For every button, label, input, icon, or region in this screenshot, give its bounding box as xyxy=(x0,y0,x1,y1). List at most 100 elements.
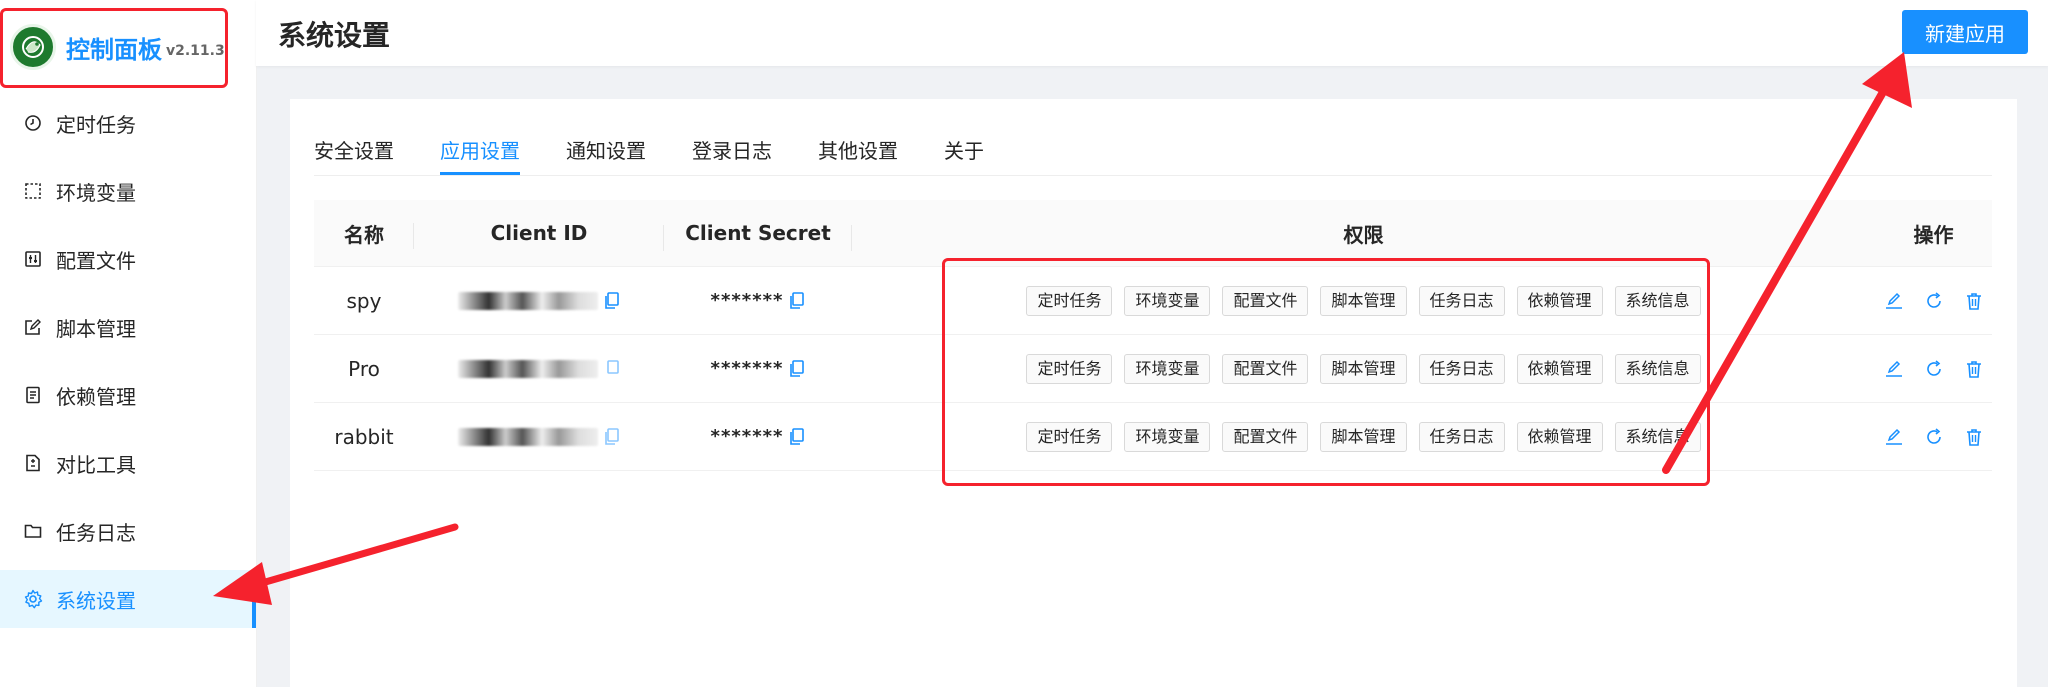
permission-tag: 脚本管理 xyxy=(1320,421,1407,452)
copy-icon[interactable] xyxy=(604,359,620,378)
client-secret-cell: ******* xyxy=(664,426,852,447)
settings-card: 安全设置 应用设置 通知设置 登录日志 其他设置 关于 名称 Client ID… xyxy=(290,99,2017,687)
folder-icon xyxy=(22,520,44,542)
permission-tag: 任务日志 xyxy=(1418,353,1505,384)
sidebar-item-label: 对比工具 xyxy=(56,452,136,477)
app-name: Pro xyxy=(348,356,380,381)
redacted-client-id xyxy=(458,359,598,378)
edit-icon[interactable] xyxy=(1884,427,1904,447)
permission-tag: 环境变量 xyxy=(1124,353,1211,384)
delete-icon[interactable] xyxy=(1964,427,1984,447)
sidebar-item-label: 依赖管理 xyxy=(56,384,136,409)
sidebar-menu: 定时任务 环境变量 配置文件 脚本管理 依赖管理 对比工具 任务日志 系统设置 xyxy=(0,94,256,638)
app-version: v2.11.3 xyxy=(166,43,225,59)
sidebar-item-label: 脚本管理 xyxy=(56,316,136,341)
actions-cell xyxy=(1875,291,1992,311)
sidebar-item-label: 任务日志 xyxy=(56,520,136,545)
permission-tag: 系统信息 xyxy=(1614,353,1701,384)
app-logo[interactable]: 控制面板 v2.11.3 xyxy=(0,10,226,84)
permission-tag: 系统信息 xyxy=(1614,421,1701,452)
table-header: 名称 Client ID Client Secret 权限 操作 xyxy=(314,200,1992,267)
diff-file-icon xyxy=(22,452,44,474)
client-secret: ******* xyxy=(710,426,784,447)
sidebar-item-label: 环境变量 xyxy=(56,180,136,205)
permission-tag: 系统信息 xyxy=(1614,285,1701,316)
permission-tag: 配置文件 xyxy=(1222,285,1309,316)
app-title: 控制面板 xyxy=(66,35,162,64)
column-header-client-secret: Client Secret xyxy=(664,221,852,251)
client-id-cell xyxy=(414,359,664,378)
table-row: spy ******* 定时任务 环境变量 配置文件 脚本管理 任务日志 依赖管… xyxy=(314,267,1992,335)
sidebar-item-label: 定时任务 xyxy=(56,112,136,137)
client-secret-cell: ******* xyxy=(664,358,852,379)
dashed-box-icon xyxy=(22,180,44,202)
tab-other[interactable]: 其他设置 xyxy=(818,127,898,175)
sidebar-item-settings[interactable]: 系统设置 xyxy=(0,570,256,628)
client-secret-cell: ******* xyxy=(664,290,852,311)
gear-icon xyxy=(22,588,44,610)
client-id-cell xyxy=(414,291,664,310)
permission-tag: 环境变量 xyxy=(1124,285,1211,316)
actions-cell xyxy=(1875,359,1992,379)
permission-tag: 依赖管理 xyxy=(1516,421,1603,452)
sliders-icon xyxy=(22,248,44,270)
tab-login-log[interactable]: 登录日志 xyxy=(692,127,772,175)
reset-icon[interactable] xyxy=(1924,427,1944,447)
column-header-client-id: Client ID xyxy=(414,221,664,251)
reset-icon[interactable] xyxy=(1924,359,1944,379)
sidebar-item-deps[interactable]: 依赖管理 xyxy=(0,366,256,424)
tab-about[interactable]: 关于 xyxy=(944,127,984,175)
permission-tag: 配置文件 xyxy=(1222,421,1309,452)
sidebar-item-diff[interactable]: 对比工具 xyxy=(0,434,256,492)
permission-tag: 定时任务 xyxy=(1026,421,1113,452)
edit-icon[interactable] xyxy=(1884,291,1904,311)
column-header-name: 名称 xyxy=(314,219,414,249)
client-id-cell xyxy=(414,427,664,446)
copy-icon[interactable] xyxy=(789,291,805,310)
copy-icon[interactable] xyxy=(789,359,805,378)
permission-tag: 定时任务 xyxy=(1026,285,1113,316)
permission-tag: 脚本管理 xyxy=(1320,353,1407,384)
edit-icon xyxy=(22,316,44,338)
copy-icon[interactable] xyxy=(604,427,620,446)
permission-tag: 环境变量 xyxy=(1124,421,1211,452)
sidebar-item-logs[interactable]: 任务日志 xyxy=(0,502,256,560)
delete-icon[interactable] xyxy=(1964,359,1984,379)
sidebar-item-label: 系统设置 xyxy=(56,588,136,613)
permissions-cell: 定时任务 环境变量 配置文件 脚本管理 任务日志 依赖管理 系统信息 xyxy=(852,285,1875,316)
table-row: Pro ******* 定时任务 环境变量 配置文件 脚本管理 任务日志 依赖管… xyxy=(314,335,1992,403)
delete-icon[interactable] xyxy=(1964,291,1984,311)
permission-tag: 脚本管理 xyxy=(1320,285,1407,316)
sidebar-item-cron[interactable]: 定时任务 xyxy=(0,94,256,152)
permission-tag: 配置文件 xyxy=(1222,353,1309,384)
page-title: 系统设置 xyxy=(278,19,391,52)
redacted-client-id xyxy=(458,427,598,446)
permission-tag: 任务日志 xyxy=(1418,421,1505,452)
column-header-actions: 操作 xyxy=(1913,222,1954,247)
sidebar-item-config[interactable]: 配置文件 xyxy=(0,230,256,288)
permission-tag: 依赖管理 xyxy=(1516,353,1603,384)
edit-icon[interactable] xyxy=(1884,359,1904,379)
sidebar-item-scripts[interactable]: 脚本管理 xyxy=(0,298,256,356)
client-secret: ******* xyxy=(710,290,784,311)
actions-cell xyxy=(1875,427,1992,447)
tab-security[interactable]: 安全设置 xyxy=(314,127,394,175)
redacted-client-id xyxy=(458,291,598,310)
permission-tag: 依赖管理 xyxy=(1516,285,1603,316)
copy-icon[interactable] xyxy=(789,427,805,446)
app-name: rabbit xyxy=(334,424,394,449)
apps-table: 名称 Client ID Client Secret 权限 操作 spy ***… xyxy=(314,200,1992,471)
tab-app-settings[interactable]: 应用设置 xyxy=(440,127,520,175)
tab-notifications[interactable]: 通知设置 xyxy=(566,127,646,175)
new-app-button[interactable]: 新建应用 xyxy=(1902,10,2028,54)
sidebar-item-label: 配置文件 xyxy=(56,248,136,273)
copy-icon[interactable] xyxy=(604,291,620,310)
permission-tag: 任务日志 xyxy=(1418,285,1505,316)
client-secret: ******* xyxy=(710,358,784,379)
reset-icon[interactable] xyxy=(1924,291,1944,311)
app-name: spy xyxy=(346,288,382,313)
sidebar-item-env[interactable]: 环境变量 xyxy=(0,162,256,220)
column-header-permissions: 权限 xyxy=(1343,222,1384,247)
page-header: 系统设置 新建应用 xyxy=(256,0,2048,66)
permission-tag: 定时任务 xyxy=(1026,353,1113,384)
